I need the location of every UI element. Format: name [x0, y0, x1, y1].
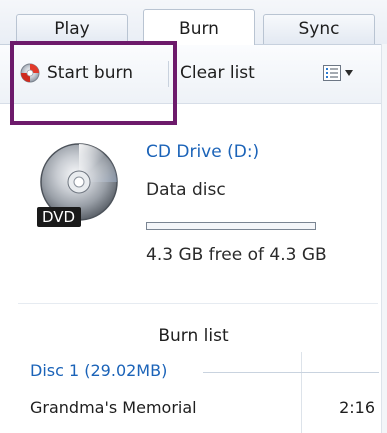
disc-header[interactable]: Disc 1 (29.02MB): [30, 361, 167, 380]
chevron-down-icon: [345, 70, 353, 76]
dvd-badge-label: DVD: [42, 208, 76, 226]
list-item[interactable]: Grandma's Memorial 2:16: [30, 398, 375, 422]
scrollbar-edge[interactable]: [381, 44, 387, 433]
device-name[interactable]: CD Drive (D:): [146, 142, 259, 162]
device-type: Data disc: [146, 180, 226, 200]
clear-list-button[interactable]: Clear list: [180, 45, 255, 101]
dvd-disc-icon: DVD: [34, 138, 124, 233]
list-options-button[interactable]: [323, 45, 354, 101]
disc-header-line: [203, 372, 379, 373]
burn-list-heading: Burn list: [158, 326, 229, 346]
free-space-text: 4.3 GB free of 4.3 GB: [146, 245, 327, 265]
divider: [18, 303, 378, 304]
tab-sync[interactable]: Sync: [263, 14, 375, 44]
start-burn-highlight: [10, 41, 177, 125]
capacity-bar: [146, 222, 316, 230]
list-options-icon: [323, 65, 341, 81]
tab-strip: Play Burn Sync: [0, 0, 387, 45]
list-item-duration: 2:16: [339, 398, 375, 417]
list-item-title: Grandma's Memorial: [30, 398, 197, 417]
clear-list-label: Clear list: [180, 63, 255, 83]
burn-pane: Play Burn Sync Start burn Clear list DVD…: [0, 0, 387, 433]
tab-play[interactable]: Play: [16, 14, 128, 44]
tab-burn[interactable]: Burn: [143, 9, 255, 45]
